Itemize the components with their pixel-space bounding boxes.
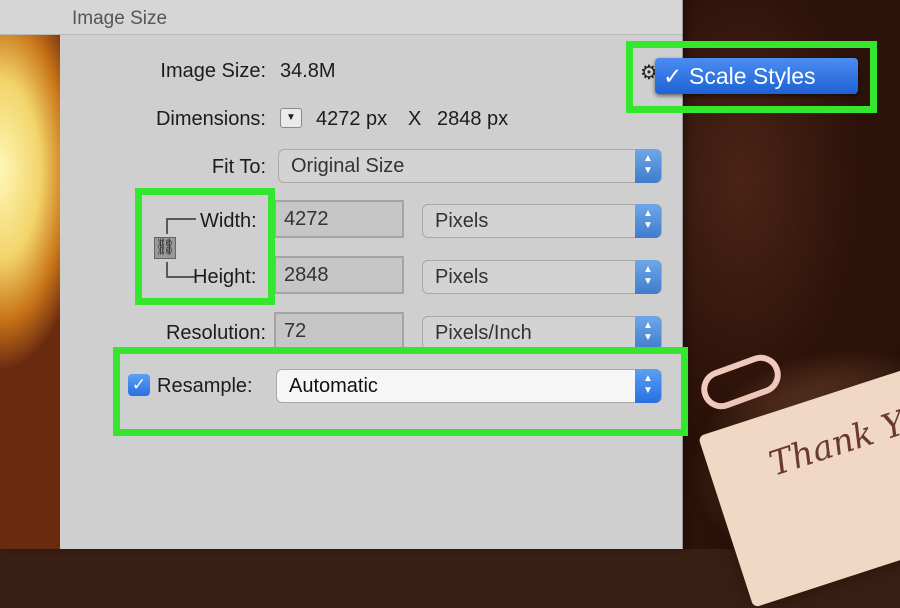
width-value: 4272: [284, 208, 329, 230]
resolution-label: Resolution:: [165, 322, 266, 344]
image-size-dialog: Image Size Image Size: 34.8M Dimensions:…: [0, 0, 683, 549]
dimensions-label: Dimensions:: [155, 108, 266, 130]
up-down-stepper-icon: ▲ ▼: [635, 149, 661, 183]
height-input[interactable]: 2848: [274, 256, 404, 294]
resolution-unit-select[interactable]: Pixels/Inch ▲ ▼: [422, 316, 662, 350]
up-down-stepper-icon: ▲ ▼: [635, 260, 661, 294]
image-size-label: Image Size:: [160, 60, 266, 82]
scale-styles-menu-item[interactable]: ✓ Scale Styles: [655, 58, 858, 94]
highlight-box-link: [135, 188, 275, 305]
dialog-titlebar[interactable]: Image Size: [0, 0, 682, 35]
fit-to-label: Fit To:: [211, 156, 266, 178]
fit-to-value: Original Size: [291, 155, 405, 177]
width-unit-value: Pixels: [435, 210, 489, 232]
card-text: Thank Y: [764, 403, 900, 485]
height-unit-value: Pixels: [435, 266, 489, 288]
resolution-input[interactable]: 72: [274, 312, 404, 350]
image-size-value: 34.8M: [280, 60, 336, 82]
height-value: 2848: [284, 264, 329, 286]
scale-styles-label: Scale Styles: [689, 63, 816, 89]
width-input[interactable]: 4272: [274, 200, 404, 238]
width-unit-select[interactable]: Pixels ▲ ▼: [422, 204, 662, 238]
resolution-value: 72: [284, 320, 307, 342]
fit-to-select[interactable]: Original Size ▲ ▼: [278, 149, 662, 183]
up-down-stepper-icon: ▲ ▼: [635, 316, 661, 350]
disclosure-triangle-icon[interactable]: ▼: [280, 108, 302, 128]
resolution-unit-value: Pixels/Inch: [435, 322, 532, 344]
dimensions-separator: X: [408, 108, 422, 130]
checkmark-icon: ✓: [663, 63, 683, 89]
height-unit-select[interactable]: Pixels ▲ ▼: [422, 260, 662, 294]
highlight-box-resample: [113, 347, 688, 436]
dimensions-width-value: 4272 px: [316, 108, 388, 130]
background-photo-left: [0, 0, 60, 549]
dimensions-height-value: 2848 px: [437, 108, 509, 130]
up-down-stepper-icon: ▲ ▼: [635, 204, 661, 238]
dialog-title: Image Size: [72, 8, 168, 29]
